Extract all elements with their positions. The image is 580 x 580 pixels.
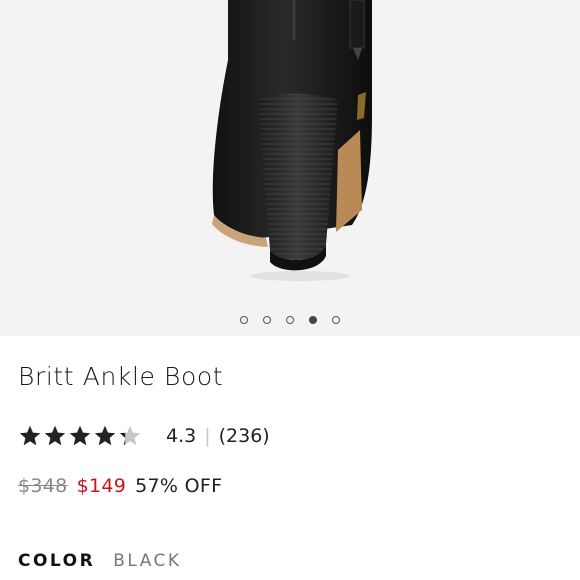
product-title: Britt Ankle Boot xyxy=(18,362,224,391)
star-rating xyxy=(18,424,142,448)
product-image[interactable] xyxy=(0,0,580,336)
carousel-dot-4-active[interactable] xyxy=(309,316,317,324)
star-icon xyxy=(44,425,66,446)
selected-color-value: BLACK xyxy=(113,551,182,571)
discount-badge: 57% OFF xyxy=(135,475,223,497)
boot-illustration xyxy=(212,0,372,281)
original-price: $348 xyxy=(18,475,68,497)
carousel-dot-2[interactable] xyxy=(263,316,271,324)
color-label: COLOR xyxy=(18,551,96,571)
review-count-link[interactable]: (236) xyxy=(219,425,270,447)
rating-separator: | xyxy=(204,425,211,447)
carousel-indicators xyxy=(0,313,580,327)
carousel-dot-5[interactable] xyxy=(332,316,340,324)
carousel-dot-3[interactable] xyxy=(286,316,294,324)
carousel-dot-1[interactable] xyxy=(240,316,248,324)
rating-summary[interactable]: 4.3 | (236) xyxy=(18,423,270,449)
star-icon xyxy=(94,425,116,446)
star-icon xyxy=(69,425,91,446)
star-icon xyxy=(119,425,141,446)
price-block: $348 $149 57% OFF xyxy=(18,473,222,499)
sale-price: $149 xyxy=(76,475,127,497)
rating-value: 4.3 xyxy=(166,425,197,447)
star-icon xyxy=(19,425,41,446)
color-selector-header: COLOR BLACK xyxy=(18,549,182,573)
